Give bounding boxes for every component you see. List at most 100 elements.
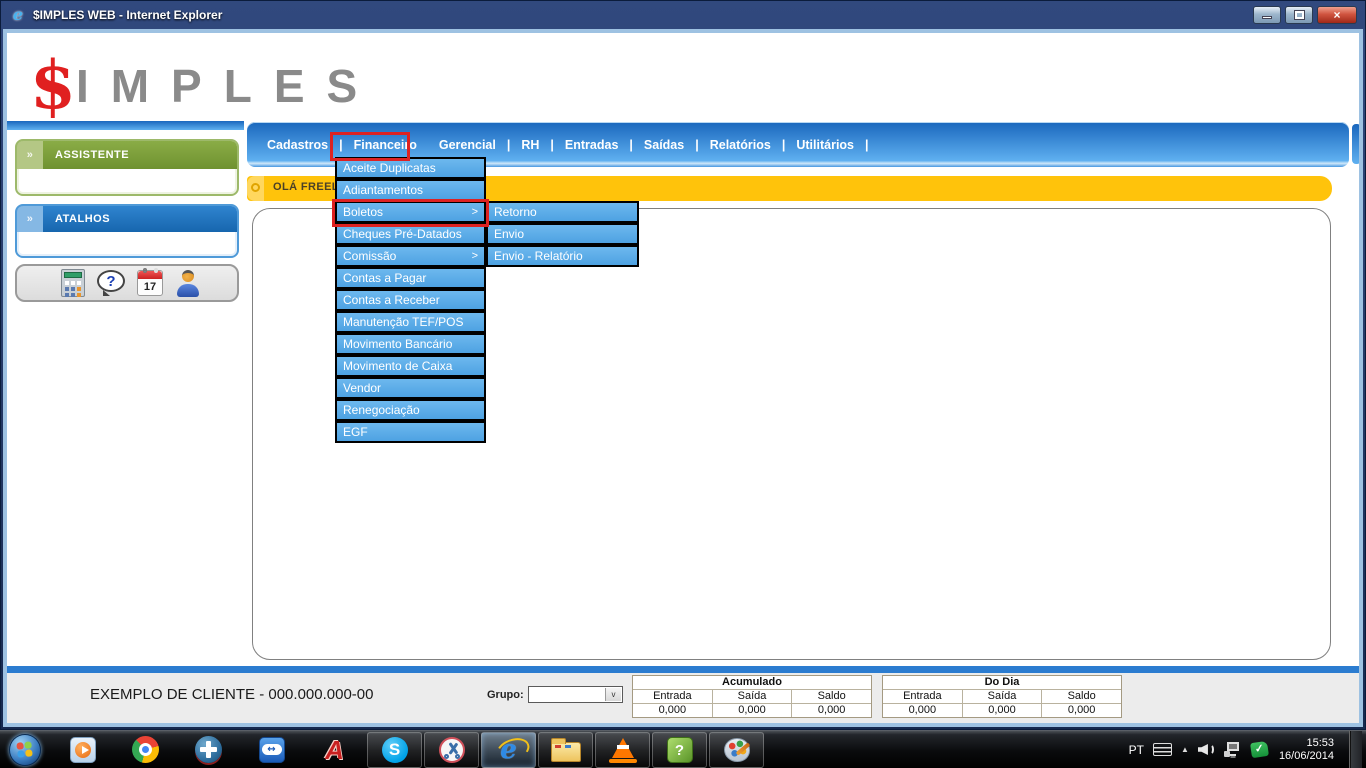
atalhos-header[interactable]: » ATALHOS [17, 206, 237, 232]
menubar-item-relatorios[interactable]: Relatórios [704, 134, 777, 156]
submenu-item-envio[interactable]: Envio [486, 223, 639, 245]
logo-text: IMPLES [76, 60, 379, 112]
user-icon[interactable] [175, 269, 201, 297]
menu-item-contas-a-pagar[interactable]: Contas a Pagar [335, 267, 486, 289]
taskbar-item-snipping-tool[interactable] [424, 732, 479, 768]
menu-separator: | [860, 138, 874, 152]
taskbar-item-internet-explorer[interactable]: e [481, 732, 536, 768]
logo-dollar: $ [30, 46, 76, 124]
table-title: Acumulado [633, 676, 871, 689]
red-a-app-icon: A [325, 737, 344, 763]
menu-item-movimento-de-caixa[interactable]: Movimento de Caixa [335, 355, 486, 377]
submenu-item-retorno[interactable]: Retorno [486, 201, 639, 223]
taskbar-item-paint[interactable] [709, 732, 764, 768]
tray-date: 16/06/2014 [1279, 750, 1334, 763]
minimize-button[interactable] [1253, 6, 1281, 24]
menu-item-manutencao-tef-pos[interactable]: Manutenção TEF/POS [335, 311, 486, 333]
footer-blue-strip [7, 666, 1359, 673]
table-header-cell: Saldo [792, 690, 871, 703]
menu-separator: | [690, 138, 704, 152]
calendar-day: 17 [138, 281, 162, 293]
taskbar-item-plus-app[interactable] [177, 736, 240, 763]
menu-separator: | [545, 138, 559, 152]
close-button[interactable]: × [1317, 6, 1357, 24]
chevron-icon: » [17, 141, 43, 169]
table-value-cell: 0,000 [713, 704, 792, 717]
assistente-panel: » ASSISTENTE [15, 139, 239, 196]
menubar-right-nub [1352, 124, 1359, 164]
dodia-table: Do Dia Entrada Saída Saldo 0,000 0,000 0… [882, 675, 1122, 718]
menu-item-egf[interactable]: EGF [335, 421, 486, 443]
taskbar-item-skype[interactable]: S [367, 732, 422, 768]
taskbar-item-vlc[interactable] [595, 732, 650, 768]
snipping-tool-icon [439, 737, 465, 763]
chrome-icon [132, 736, 159, 763]
grupo-select[interactable]: v [528, 686, 623, 703]
keyboard-icon[interactable] [1153, 743, 1172, 756]
menubar-item-rh[interactable]: RH [515, 134, 545, 156]
greeting-text: OLÁ FREEL [273, 181, 339, 193]
minimize-icon [1262, 16, 1272, 19]
taskbar-item-file-explorer[interactable] [538, 732, 593, 768]
sidebar-top-strip [7, 121, 244, 130]
titlebar[interactable]: e $IMPLES WEB - Internet Explorer × [1, 1, 1365, 29]
show-hidden-icons-arrow[interactable]: ▲ [1181, 745, 1189, 754]
calculator-icon[interactable] [61, 269, 85, 297]
table-value-cell: 0,000 [792, 704, 871, 717]
taskbar-item-chrome[interactable] [114, 736, 177, 763]
taskbar-item-green-help-app[interactable]: ? [652, 732, 707, 768]
menubar-item-utilitarios[interactable]: Utilitários [790, 134, 860, 156]
taskbar-item-teamviewer[interactable]: ↔ [240, 737, 303, 763]
system-tray: PT ▲ ✓ 15:53 16/06/2014 [1129, 731, 1366, 768]
menu-item-adiantamentos[interactable]: Adiantamentos [335, 179, 486, 201]
table-value-cell: 0,000 [883, 704, 962, 717]
menu-item-movimento-bancario[interactable]: Movimento Bancário [335, 333, 486, 355]
client-label: EXEMPLO DE CLIENTE - 000.000.000-00 [90, 686, 373, 703]
taskbar-item-red-a-app[interactable]: A [303, 737, 366, 763]
volume-icon[interactable] [1198, 742, 1215, 757]
ie-window: e $IMPLES WEB - Internet Explorer × $IMP… [0, 0, 1366, 730]
table-header-cell: Entrada [633, 690, 712, 703]
start-button[interactable] [9, 734, 41, 766]
window-frame: $IMPLES Cadastros| Financeiro Gerencial|… [3, 29, 1363, 727]
table-header-cell: Saída [963, 690, 1042, 703]
submenu-item-envio-relatorio[interactable]: Envio - Relatório [486, 245, 639, 267]
atalhos-label: ATALHOS [55, 213, 110, 225]
help-icon[interactable]: ? [97, 270, 125, 296]
menubar-item-gerencial[interactable]: Gerencial [433, 134, 502, 156]
restore-button[interactable] [1285, 6, 1313, 24]
menubar-item-entradas[interactable]: Entradas [559, 134, 625, 156]
media-player-icon [70, 737, 96, 763]
windows-flag-icon [16, 741, 32, 757]
show-desktop-button[interactable] [1349, 731, 1362, 768]
assistente-header[interactable]: » ASSISTENTE [17, 141, 237, 169]
menubar-item-saidas[interactable]: Saídas [638, 134, 690, 156]
acumulado-table: Acumulado Entrada Saída Saldo 0,000 0,00… [632, 675, 872, 718]
menubar-item-cadastros[interactable]: Cadastros [261, 134, 334, 156]
tray-clock[interactable]: 15:53 16/06/2014 [1277, 737, 1340, 763]
table-value-cell: 0,000 [633, 704, 712, 717]
vlc-cone-icon [609, 737, 637, 763]
table-header-cell: Saldo [1042, 690, 1121, 703]
boletos-submenu: Retorno Envio Envio - Relatório [486, 201, 639, 267]
footer: EXEMPLO DE CLIENTE - 000.000.000-00 Grup… [7, 673, 1359, 723]
antivirus-check-icon[interactable]: ✓ [1250, 741, 1269, 758]
menu-item-comissao[interactable]: Comissão> [335, 245, 486, 267]
desktop: e $IMPLES WEB - Internet Explorer × $IMP… [0, 0, 1366, 768]
language-indicator[interactable]: PT [1129, 743, 1144, 757]
menu-item-vendor[interactable]: Vendor [335, 377, 486, 399]
network-icon[interactable] [1224, 742, 1242, 757]
page: $IMPLES Cadastros| Financeiro Gerencial|… [7, 33, 1359, 723]
grupo-label: Grupo: [487, 689, 524, 701]
chevron-icon: » [17, 206, 43, 232]
menu-item-renegociacao[interactable]: Renegociação [335, 399, 486, 421]
atalhos-panel: » ATALHOS [15, 204, 239, 258]
window-title: $IMPLES WEB - Internet Explorer [33, 8, 222, 22]
calendar-icon[interactable]: 17 [137, 270, 163, 296]
submenu-arrow-icon: > [472, 247, 478, 265]
plus-circle-icon [195, 736, 222, 763]
menu-item-contas-a-receber[interactable]: Contas a Receber [335, 289, 486, 311]
table-title: Do Dia [883, 676, 1121, 689]
taskbar-item-media-player[interactable] [51, 737, 114, 763]
menu-separator: | [624, 138, 638, 152]
